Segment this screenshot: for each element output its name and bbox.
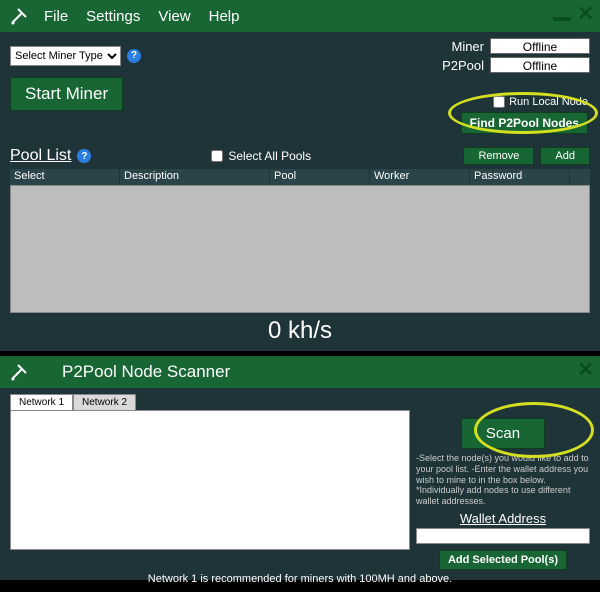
menu-help[interactable]: Help (209, 8, 240, 25)
node-list[interactable] (10, 410, 410, 550)
col-password[interactable]: Password (470, 169, 570, 185)
tab-network-1[interactable]: Network 1 (10, 394, 73, 410)
select-all-pools-label: Select All Pools (228, 149, 311, 163)
scan-area: Scan -Select the node(s) you would like … (10, 410, 590, 570)
col-worker[interactable]: Worker (370, 169, 470, 185)
select-all-pools-checkbox[interactable] (211, 150, 223, 162)
scanner-right-pane: Scan -Select the node(s) you would like … (416, 410, 590, 570)
scanner-body: Network 1 Network 2 Scan -Select the nod… (0, 388, 600, 592)
pool-list-title: Pool List (10, 147, 71, 165)
miner-status-value: Offline (490, 38, 590, 54)
close-icon[interactable]: ✕ (577, 4, 594, 24)
titlebar: P2Pool Node Scanner ✕ (0, 356, 600, 388)
p2pool-status-label: P2Pool (442, 58, 484, 73)
col-description[interactable]: Description (120, 169, 270, 185)
top-controls-row: Select Miner Type ? Miner Offline P2Pool… (0, 32, 600, 75)
pool-table-header: Select Description Pool Worker Password (10, 169, 590, 185)
minimize-icon[interactable] (553, 17, 571, 21)
miner-main-window: File Settings View Help ✕ Select Miner T… (0, 0, 600, 350)
p2pool-status-value: Offline (490, 57, 590, 73)
miner-type-select[interactable]: Select Miner Type (10, 46, 121, 66)
run-local-node-checkbox-row: Run Local Node (493, 96, 588, 108)
pool-table: Select Description Pool Worker Password (10, 169, 590, 313)
window-controls: ✕ (553, 4, 594, 24)
close-icon[interactable]: ✕ (577, 360, 594, 380)
miner-status-label: Miner (442, 39, 484, 54)
run-local-node-label: Run Local Node (509, 96, 588, 108)
scanner-footnote: Network 1 is recommended for miners with… (10, 570, 590, 588)
add-pool-button[interactable]: Add (540, 147, 590, 165)
col-select[interactable]: Select (10, 169, 120, 185)
app-logo-icon (8, 361, 30, 383)
miner-type-wrap: Select Miner Type ? (10, 46, 141, 66)
scanner-window-title: P2Pool Node Scanner (62, 362, 230, 382)
hashrate-display: 0 kh/s (0, 313, 600, 351)
select-all-pools-row: Select All Pools (211, 149, 311, 163)
menu-settings[interactable]: Settings (86, 8, 140, 25)
scan-button[interactable]: Scan (461, 418, 545, 449)
pool-list-buttons: Remove Add (463, 147, 590, 165)
status-panel: Miner Offline P2Pool Offline (442, 38, 590, 73)
pool-list-header-row: Pool List ? Select All Pools Remove Add (0, 139, 600, 169)
find-p2pool-nodes-button[interactable]: Find P2Pool Nodes (461, 112, 588, 134)
menu-bar: File Settings View Help (44, 8, 239, 25)
wallet-address-input[interactable] (416, 528, 590, 544)
app-logo-icon (8, 5, 30, 27)
scanner-instructions: -Select the node(s) you would like to ad… (416, 453, 590, 507)
run-local-node-checkbox[interactable] (493, 96, 505, 108)
wallet-address-label: Wallet Address (416, 511, 590, 526)
col-pool[interactable]: Pool (270, 169, 370, 185)
menu-view[interactable]: View (158, 8, 190, 25)
add-selected-pools-button[interactable]: Add Selected Pool(s) (439, 550, 567, 570)
tab-network-2[interactable]: Network 2 (73, 394, 136, 410)
remove-pool-button[interactable]: Remove (463, 147, 534, 165)
start-miner-button[interactable]: Start Miner (10, 77, 123, 111)
menu-file[interactable]: File (44, 8, 68, 25)
help-icon[interactable]: ? (127, 49, 141, 63)
p2pool-scanner-window: P2Pool Node Scanner ✕ Network 1 Network … (0, 356, 600, 580)
pool-table-body[interactable] (10, 185, 590, 313)
window-controls: ✕ (577, 360, 594, 380)
titlebar: File Settings View Help ✕ (0, 0, 600, 32)
network-tabs: Network 1 Network 2 (10, 394, 590, 410)
help-icon[interactable]: ? (77, 149, 91, 163)
